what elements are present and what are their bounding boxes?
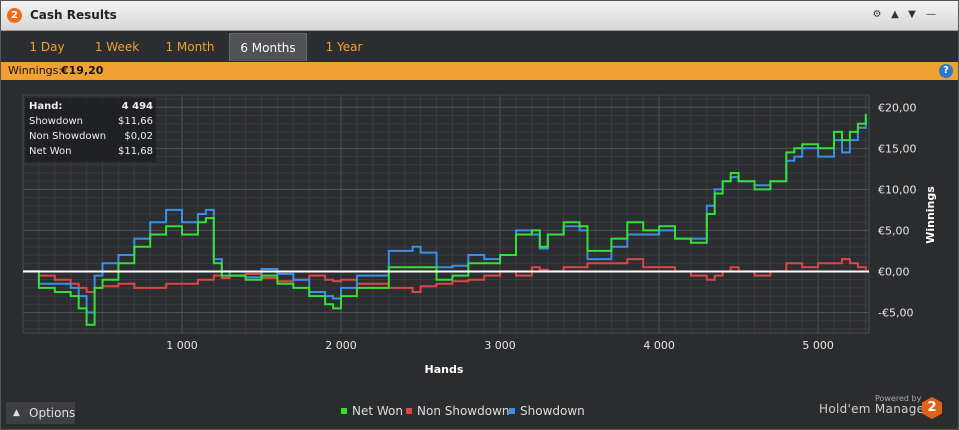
chevron-up-icon: ▲: [13, 408, 20, 418]
x-tick-label: 5 000: [802, 339, 834, 352]
y-tick-label: €0,00: [878, 265, 910, 278]
y-tick-label: €15,00: [878, 142, 917, 155]
help-icon[interactable]: ?: [939, 64, 953, 78]
winnings-label: Winnings:: [8, 64, 63, 77]
period-tabs: 1 Day 1 Week 1 Month 6 Months 1 Year: [1, 31, 958, 61]
tab-1-day[interactable]: 1 Day: [21, 33, 73, 61]
legend-swatch-showdown: [509, 408, 515, 414]
x-axis-ticks: 1 000 2 000 3 000 4 000 5 000: [166, 339, 834, 352]
tooltip-net-won-row: Net Won $11,68: [29, 146, 153, 161]
tab-6-months[interactable]: 6 Months: [229, 33, 307, 61]
winnings-bar: Winnings: €19,20 ?: [1, 62, 958, 80]
tooltip-showdown-label: Showdown: [29, 116, 83, 127]
title-bar[interactable]: 2 Cash Results ⚙ ▲ ▼ —: [1, 1, 958, 31]
tooltip-showdown-value: $11,66: [118, 116, 153, 127]
x-axis-label: Hands: [425, 363, 464, 376]
options-button[interactable]: ▲ Options: [6, 402, 75, 424]
x-tick-label: 4 000: [643, 339, 675, 352]
app-logo-icon: 2: [7, 8, 22, 23]
legend-swatch-net-won: [341, 408, 347, 414]
tooltip-non-showdown-label: Non Showdown: [29, 131, 107, 142]
legend-label-non-showdown: Non Showdown: [417, 404, 510, 418]
y-axis-label: Winnings: [924, 186, 937, 244]
gear-icon[interactable]: ⚙: [870, 7, 884, 23]
tooltip-showdown-row: Showdown $11,66: [29, 116, 153, 131]
tooltip-hand-value: 4 494: [121, 101, 153, 112]
hand-tooltip: Hand: 4 494 Showdown $11,66 Non Showdown…: [25, 98, 156, 162]
legend-label-net-won: Net Won: [352, 404, 403, 418]
legend-label-showdown: Showdown: [520, 404, 585, 418]
y-tick-label: -€5,00: [878, 306, 913, 319]
y-tick-label: €5,00: [878, 224, 910, 237]
tooltip-net-won-label: Net Won: [29, 146, 72, 157]
tooltip-hand-row: Hand: 4 494: [29, 101, 153, 116]
tooltip-net-won-value: $11,68: [118, 146, 153, 157]
move-up-icon[interactable]: ▲: [888, 7, 902, 23]
x-tick-label: 3 000: [484, 339, 516, 352]
move-down-icon[interactable]: ▼: [905, 7, 919, 23]
y-tick-label: €20,00: [878, 101, 917, 114]
minimize-icon[interactable]: —: [924, 7, 938, 23]
tab-1-month[interactable]: 1 Month: [159, 33, 221, 61]
tab-1-year[interactable]: 1 Year: [319, 33, 369, 61]
winnings-value: €19,20: [61, 64, 104, 77]
options-label: Options: [29, 406, 76, 420]
y-axis-ticks: -€5,00 €0,00 €5,00 €10,00 €15,00 €20,00: [878, 101, 917, 319]
brand-name: Hold'em Manager: [819, 402, 930, 416]
tooltip-non-showdown-value: $0,02: [124, 131, 153, 142]
tooltip-non-showdown-row: Non Showdown $0,02: [29, 131, 153, 146]
x-tick-label: 2 000: [325, 339, 357, 352]
window-title: Cash Results: [30, 8, 117, 22]
x-tick-label: 1 000: [166, 339, 198, 352]
cash-results-window: 2 Cash Results ⚙ ▲ ▼ — 1 Day 1 Week 1 Mo…: [0, 0, 959, 430]
y-tick-label: €10,00: [878, 183, 917, 196]
tooltip-hand-label: Hand:: [29, 101, 63, 112]
tab-1-week[interactable]: 1 Week: [86, 33, 148, 61]
legend-swatch-non-showdown: [406, 408, 412, 414]
